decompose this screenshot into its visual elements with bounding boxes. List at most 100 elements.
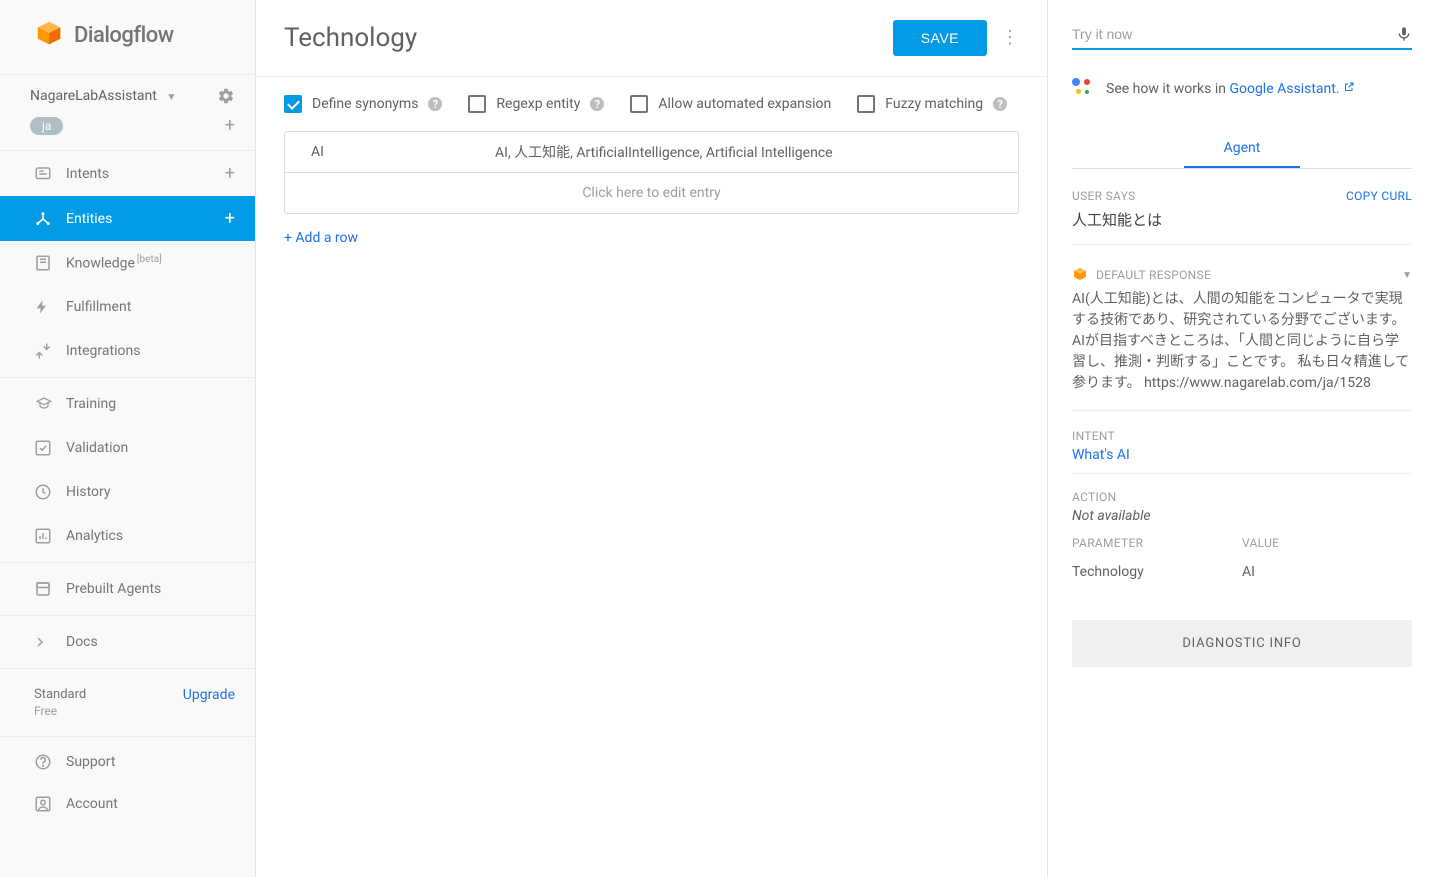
nav-support-label: Support <box>66 754 115 770</box>
nav-intents[interactable]: Intents + <box>0 151 255 196</box>
entity-synonyms-cell[interactable]: AI, 人工知能, ArtificialIntelligence, Artifi… <box>495 132 1018 172</box>
help-icon[interactable]: ? <box>428 97 442 111</box>
nav-history[interactable]: History <box>0 470 255 514</box>
logo-text: Dialogflow <box>74 23 174 48</box>
nav-intents-label: Intents <box>66 166 225 182</box>
entity-key-cell[interactable]: AI <box>285 134 495 170</box>
nav-docs[interactable]: Docs <box>0 620 255 664</box>
tab-agent[interactable]: Agent <box>1184 130 1301 168</box>
edit-entry-placeholder: Click here to edit entry <box>285 175 1018 211</box>
nav-knowledge-label: Knowledge[beta] <box>66 254 235 272</box>
nav-account[interactable]: Account <box>0 783 255 825</box>
checkbox-icon <box>630 95 648 113</box>
entity-table: AI AI, 人工知能, ArtificialIntelligence, Art… <box>284 131 1019 214</box>
parameter-label: PARAMETER <box>1072 536 1242 550</box>
validation-icon <box>34 438 58 458</box>
logo[interactable]: Dialogflow <box>0 0 255 75</box>
nav-training[interactable]: Training <box>0 382 255 426</box>
response-header: DEFAULT RESPONSE ▼ <box>1072 267 1412 283</box>
nav-analytics-label: Analytics <box>66 528 235 544</box>
knowledge-icon <box>34 253 58 273</box>
gear-icon[interactable] <box>217 87 235 105</box>
nav-knowledge[interactable]: Knowledge[beta] <box>0 241 255 285</box>
value-label: VALUE <box>1242 536 1412 550</box>
prebuilt-icon <box>34 579 58 599</box>
nav-entities[interactable]: Entities + <box>0 196 255 241</box>
help-icon <box>34 753 58 771</box>
add-intent-button[interactable]: + <box>225 163 235 184</box>
try-input-row <box>1072 24 1412 50</box>
add-language-button[interactable]: + <box>225 115 235 136</box>
nav-prebuilt-agents[interactable]: Prebuilt Agents <box>0 567 255 611</box>
action-value: Not available <box>1072 508 1412 524</box>
nav-entities-label: Entities <box>66 211 225 227</box>
parameter-name: Technology <box>1072 564 1242 580</box>
dialogflow-response-icon <box>1072 267 1088 283</box>
microphone-icon[interactable] <box>1396 24 1412 44</box>
parameter-value-header: PARAMETER VALUE <box>1072 536 1412 554</box>
chevron-right-icon <box>34 632 58 652</box>
training-icon <box>34 394 58 414</box>
auto-expansion-checkbox[interactable]: Allow automated expansion <box>630 95 831 113</box>
help-icon[interactable]: ? <box>590 97 604 111</box>
diagnostic-info-button[interactable]: DIAGNOSTIC INFO <box>1072 620 1412 667</box>
entity-row[interactable]: AI AI, 人工知能, ArtificialIntelligence, Art… <box>285 132 1018 173</box>
nav-integrations-label: Integrations <box>66 343 235 359</box>
main-header: Technology SAVE ⋮ <box>256 0 1047 77</box>
google-assistant-icon <box>1072 78 1094 100</box>
regexp-entity-label: Regexp entity <box>496 96 580 112</box>
account-icon <box>34 795 58 813</box>
response-text: AI(人工知能)とは、人間の知能をコンピュータで実現する技術であり、研究されてい… <box>1072 289 1412 411</box>
parameter-value-row: Technology AI <box>1072 564 1412 580</box>
fuzzy-matching-checkbox[interactable]: Fuzzy matching ? <box>857 95 1007 113</box>
ga-text: See how it works in Google Assistant. <box>1106 81 1355 97</box>
chevron-down-icon: ▼ <box>166 92 176 103</box>
upgrade-link[interactable]: Upgrade <box>183 687 235 703</box>
try-it-input[interactable] <box>1072 26 1396 42</box>
intent-label: INTENT <box>1072 429 1412 443</box>
external-link-icon <box>1343 82 1355 96</box>
nav-prebuilt-label: Prebuilt Agents <box>66 581 235 597</box>
define-synonyms-checkbox[interactable]: Define synonyms ? <box>284 95 442 113</box>
entities-icon <box>34 209 58 229</box>
fuzzy-matching-label: Fuzzy matching <box>885 96 983 112</box>
add-row-button[interactable]: + Add a row <box>256 214 386 262</box>
try-tabs: Agent <box>1072 130 1412 169</box>
plan-tier: Free <box>34 704 86 718</box>
regexp-entity-checkbox[interactable]: Regexp entity ? <box>468 95 604 113</box>
save-button[interactable]: SAVE <box>893 20 987 56</box>
google-assistant-link[interactable]: Google Assistant. <box>1229 81 1339 97</box>
nav-fulfillment[interactable]: Fulfillment <box>0 285 255 329</box>
sidebar: Dialogflow NagareLabAssistant ▼ ja + Int… <box>0 0 256 877</box>
nav-analytics[interactable]: Analytics <box>0 514 255 558</box>
add-entity-button[interactable]: + <box>225 208 235 229</box>
agent-name[interactable]: NagareLabAssistant ▼ <box>30 88 176 104</box>
plan-name: Standard <box>34 687 86 702</box>
dialogflow-logo-icon <box>34 20 64 50</box>
main-content: Technology SAVE ⋮ Define synonyms ? Rege… <box>256 0 1048 877</box>
history-icon <box>34 482 58 502</box>
intents-icon <box>34 164 58 184</box>
nav-validation-label: Validation <box>66 440 235 456</box>
nav-training-label: Training <box>66 396 235 412</box>
user-says-text: 人工知能とは <box>1072 209 1412 245</box>
intent-link[interactable]: What's AI <box>1072 447 1412 463</box>
nav-docs-label: Docs <box>66 634 235 650</box>
language-pill[interactable]: ja <box>30 117 63 135</box>
help-icon[interactable]: ? <box>993 97 1007 111</box>
nav-support[interactable]: Support <box>0 741 255 783</box>
checkbox-icon <box>284 95 302 113</box>
define-synonyms-label: Define synonyms <box>312 96 418 112</box>
nav-integrations[interactable]: Integrations <box>0 329 255 373</box>
checkbox-icon <box>468 95 486 113</box>
copy-curl-button[interactable]: COPY CURL <box>1346 189 1412 203</box>
more-menu-icon[interactable]: ⋮ <box>1001 35 1019 41</box>
fulfillment-icon <box>34 297 58 317</box>
action-label: ACTION <box>1072 490 1412 504</box>
chevron-down-icon[interactable]: ▼ <box>1402 270 1412 281</box>
nav-fulfillment-label: Fulfillment <box>66 299 235 315</box>
plan-block: Standard Free Upgrade <box>0 673 255 732</box>
entity-new-row[interactable]: Click here to edit entry <box>285 173 1018 213</box>
nav-validation[interactable]: Validation <box>0 426 255 470</box>
checkbox-icon <box>857 95 875 113</box>
